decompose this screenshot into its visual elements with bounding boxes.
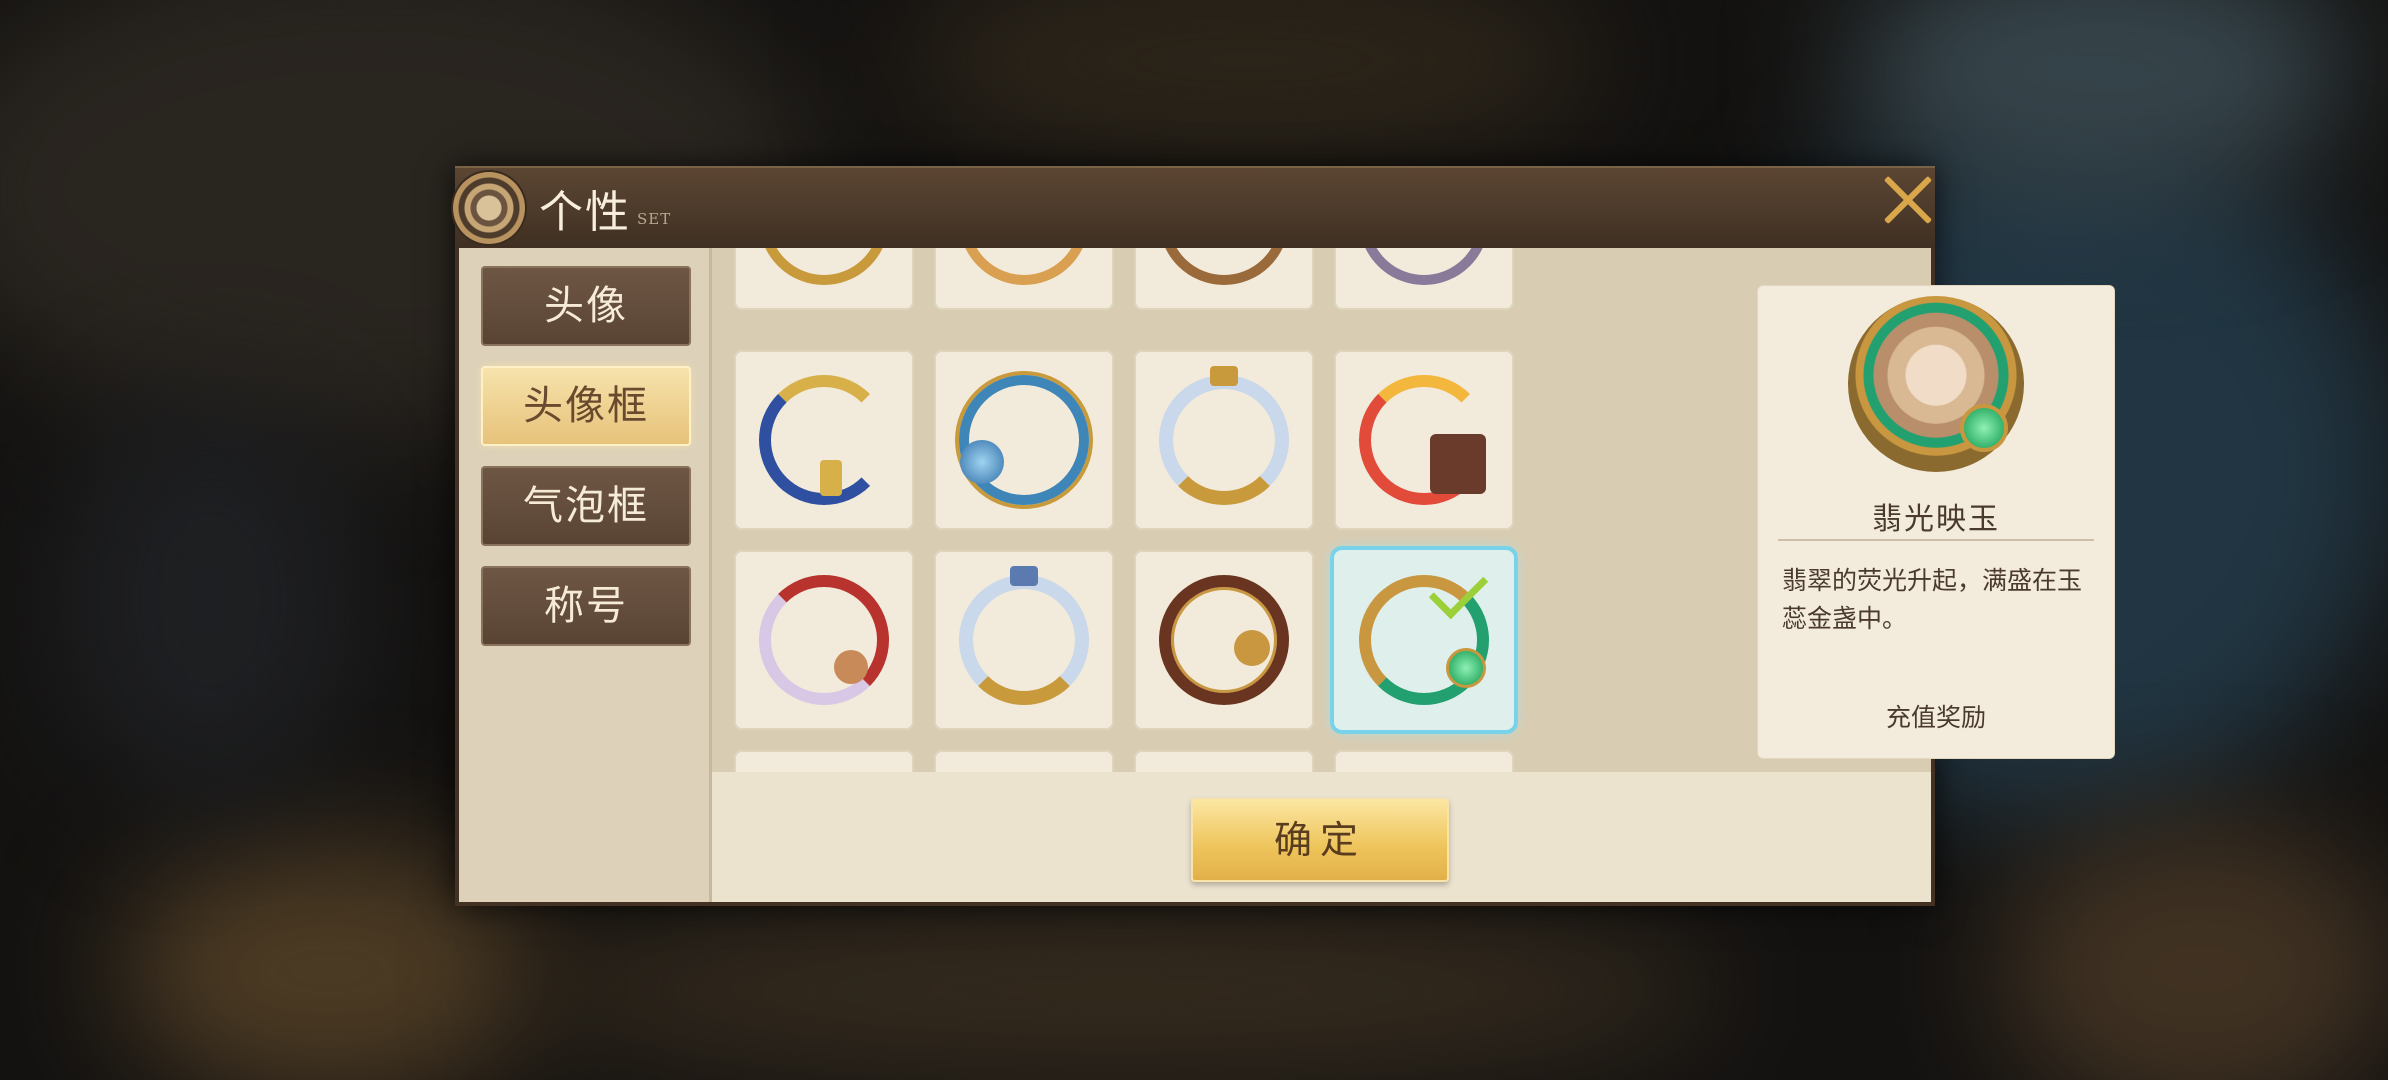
detail-divider: [1778, 539, 2094, 541]
frame-detail-panel: 翡光映玉 翡翠的荧光升起，满盛在玉蕊金盏中。 充值奖励: [1757, 285, 2115, 759]
frame-grid[interactable]: [712, 248, 1931, 772]
frame-cell[interactable]: [1134, 550, 1314, 730]
frame-description: 翡翠的荧光升起，满盛在玉蕊金盏中。: [1782, 566, 2083, 633]
tab-avatar-frame[interactable]: 头像框: [481, 366, 691, 446]
bronze-ornate-frame: [1159, 575, 1289, 705]
frame-cell[interactable]: [1334, 350, 1514, 530]
gear-emblem-icon: [453, 172, 525, 244]
frame-cell[interactable]: [1134, 350, 1314, 530]
angel-wings-frame-2: [959, 575, 1089, 705]
frame-name: 翡光映玉: [1872, 502, 2000, 537]
dialog-title: 个性: [539, 187, 631, 238]
rose-feather-frame: [759, 575, 889, 705]
avatar-preview: [1848, 296, 2024, 472]
tab-chat-bubble[interactable]: 气泡框: [481, 466, 691, 546]
angel-wings-frame: [1159, 375, 1289, 505]
frame-source: 充值奖励: [1885, 703, 1986, 732]
frame-cell-partial[interactable]: [934, 248, 1114, 310]
frame-cell-partial[interactable]: [934, 750, 1114, 772]
category-sidebar: 头像 头像框 气泡框 称号: [459, 248, 712, 902]
frame-cell-partial[interactable]: [1334, 750, 1514, 772]
confirm-button[interactable]: 确定: [1191, 798, 1449, 882]
frame-cell-partial[interactable]: [734, 750, 914, 772]
dialog-subtitle: SET: [637, 210, 672, 228]
frame-cell-partial[interactable]: [734, 248, 914, 310]
close-icon[interactable]: [1875, 168, 1939, 232]
frame-cell-partial[interactable]: [1134, 750, 1314, 772]
frame-cell[interactable]: [934, 350, 1114, 530]
dialog-title-bar: 个性 SET: [453, 166, 1935, 250]
dialog-body: 头像 头像框 气泡框 称号 翡光映玉 翡翠的荧光升起，满盛在玉蕊金盏中。 充值奖…: [455, 248, 2115, 906]
tab-avatar[interactable]: 头像: [481, 266, 691, 346]
frame-cell-selected[interactable]: [1334, 550, 1514, 730]
frame-cell-partial[interactable]: [1134, 248, 1314, 310]
frame-cell-partial[interactable]: [1334, 248, 1514, 310]
personalization-dialog: 个性 SET 头像 头像框 气泡框 称号 翡光映玉 翡翠的荧光升起，满盛在玉蕊金…: [453, 166, 2115, 906]
tab-title[interactable]: 称号: [481, 566, 691, 646]
frame-cell[interactable]: [734, 550, 914, 730]
frame-cell[interactable]: [734, 350, 914, 530]
jade-gem-icon: [1960, 404, 2008, 452]
frame-cell[interactable]: [934, 550, 1114, 730]
